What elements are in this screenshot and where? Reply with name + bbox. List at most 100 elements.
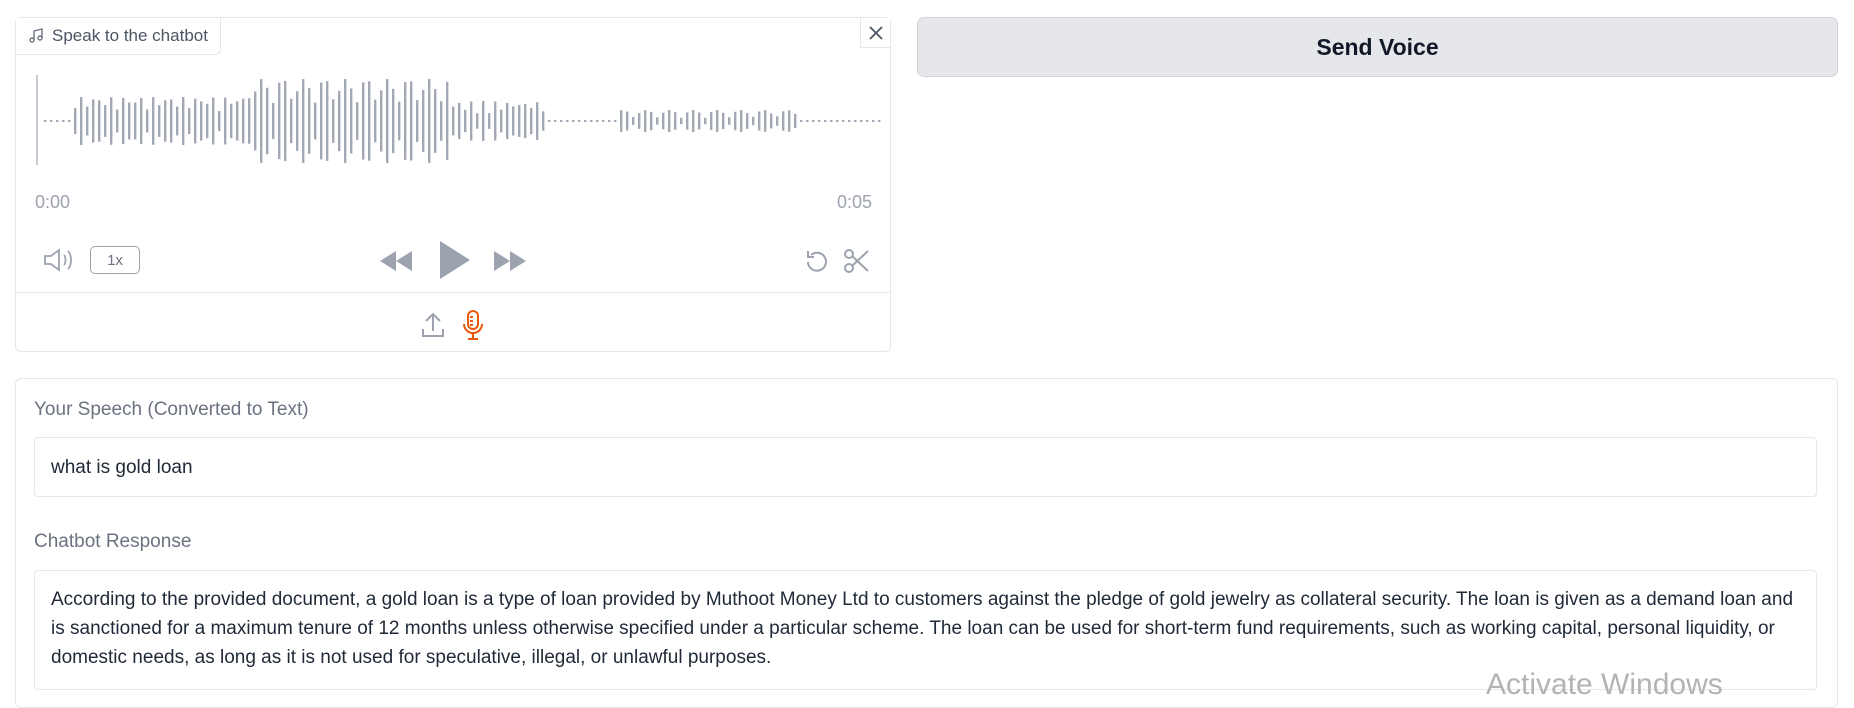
waveform-bar [302, 79, 305, 163]
waveform-bar [200, 101, 203, 141]
waveform-bar [716, 110, 719, 132]
waveform[interactable] [36, 73, 882, 168]
waveform-bar [104, 105, 107, 137]
waveform-bar [572, 120, 575, 122]
waveform-bar [746, 113, 749, 129]
audio-label-text: Speak to the chatbot [52, 26, 208, 45]
waveform-bar [368, 81, 371, 161]
waveform-bar [752, 116, 755, 126]
waveform-bar [662, 112, 665, 130]
waveform-bar [116, 109, 119, 133]
waveform-bar [530, 107, 533, 135]
waveform-bar [134, 102, 137, 140]
waveform-bar [68, 120, 71, 122]
waveform-bar [110, 97, 113, 145]
waveform-bar [770, 113, 773, 129]
time-end: 0:05 [836, 192, 872, 212]
speech-label: Your Speech (Converted to Text) [34, 399, 309, 420]
waveform-bar [758, 111, 761, 131]
waveform-bar [842, 120, 845, 122]
waveform-bar [818, 120, 821, 122]
scissors-icon [844, 249, 869, 273]
waveform-bar [620, 110, 623, 132]
waveform-bar [656, 117, 659, 125]
waveform-bar [308, 88, 311, 154]
rewind-button[interactable] [378, 248, 414, 274]
waveform-bar [128, 102, 131, 140]
waveform-bar [404, 82, 407, 160]
waveform-bar [266, 87, 269, 155]
waveform-bar [50, 120, 53, 122]
undo-icon [807, 251, 827, 272]
waveform-bar [74, 107, 77, 135]
waveform-bar [698, 112, 701, 130]
send-voice-button[interactable]: Send Voice [917, 17, 1838, 77]
waveform-bar [650, 111, 653, 131]
time-start: 0:00 [35, 192, 71, 212]
waveform-bar [284, 80, 287, 162]
waveform-bar [848, 120, 851, 122]
fast-forward-button[interactable] [492, 248, 528, 274]
waveform-bar [776, 116, 779, 126]
waveform-bar [722, 112, 725, 130]
waveform-bar [518, 105, 521, 137]
waveform-bar [374, 99, 377, 143]
upload-icon [422, 312, 444, 337]
playhead-cursor[interactable] [36, 75, 38, 165]
response-label: Chatbot Response [34, 531, 192, 552]
microphone-button[interactable] [460, 308, 486, 342]
waveform-bar [734, 111, 737, 131]
waveform-bar [560, 120, 563, 122]
waveform-bar [506, 102, 509, 140]
waveform-bar [584, 120, 587, 122]
waveform-bar [710, 112, 713, 130]
waveform-bar [218, 110, 221, 132]
audio-player: Speak to the chatbot 0:00 0:05 1x [15, 17, 891, 352]
audio-source-selector [16, 308, 890, 342]
volume-button[interactable] [42, 246, 76, 274]
waveform-bar [536, 102, 539, 140]
speech-text-field[interactable]: what is gold loan [34, 437, 1817, 497]
playback-controls: 1x [16, 230, 890, 294]
waveform-bar [872, 120, 875, 122]
waveform-bar [680, 117, 683, 125]
waveform-bar [458, 102, 461, 140]
waveform-bar [860, 120, 863, 122]
undo-button[interactable] [802, 247, 832, 277]
waveform-bar [824, 120, 827, 122]
waveform-bar [602, 120, 605, 122]
waveform-bar [494, 101, 497, 141]
waveform-bar [212, 97, 215, 145]
waveform-bar [554, 120, 557, 122]
upload-button[interactable] [420, 308, 446, 342]
play-icon [440, 241, 470, 279]
trim-button[interactable] [842, 246, 872, 276]
waveform-bar [632, 116, 635, 126]
waveform-bar [434, 89, 437, 153]
waveform-bar [476, 113, 479, 129]
waveform-bar [422, 90, 425, 152]
waveform-bar [566, 120, 569, 122]
divider [16, 292, 890, 293]
waveform-bar [644, 110, 647, 132]
playback-speed-button[interactable]: 1x [90, 246, 140, 274]
waveform-bar [416, 100, 419, 142]
waveform-bar [410, 81, 413, 161]
waveform-bar [830, 120, 833, 122]
waveform-bar [164, 100, 167, 142]
waveform-bar [512, 106, 515, 136]
volume-icon [44, 248, 72, 272]
waveform-bar [278, 82, 281, 160]
waveform-bar [326, 81, 329, 161]
waveform-bar [392, 88, 395, 154]
waveform-bar [254, 91, 257, 151]
waveform-bar [836, 120, 839, 122]
waveform-bar [638, 113, 641, 129]
close-button[interactable] [860, 18, 890, 48]
waveform-bar [608, 120, 611, 122]
waveform-bar [626, 111, 629, 131]
waveform-bar [470, 101, 473, 141]
waveform-bar [782, 111, 785, 131]
waveform-bar [344, 79, 347, 163]
play-button[interactable] [436, 238, 472, 282]
